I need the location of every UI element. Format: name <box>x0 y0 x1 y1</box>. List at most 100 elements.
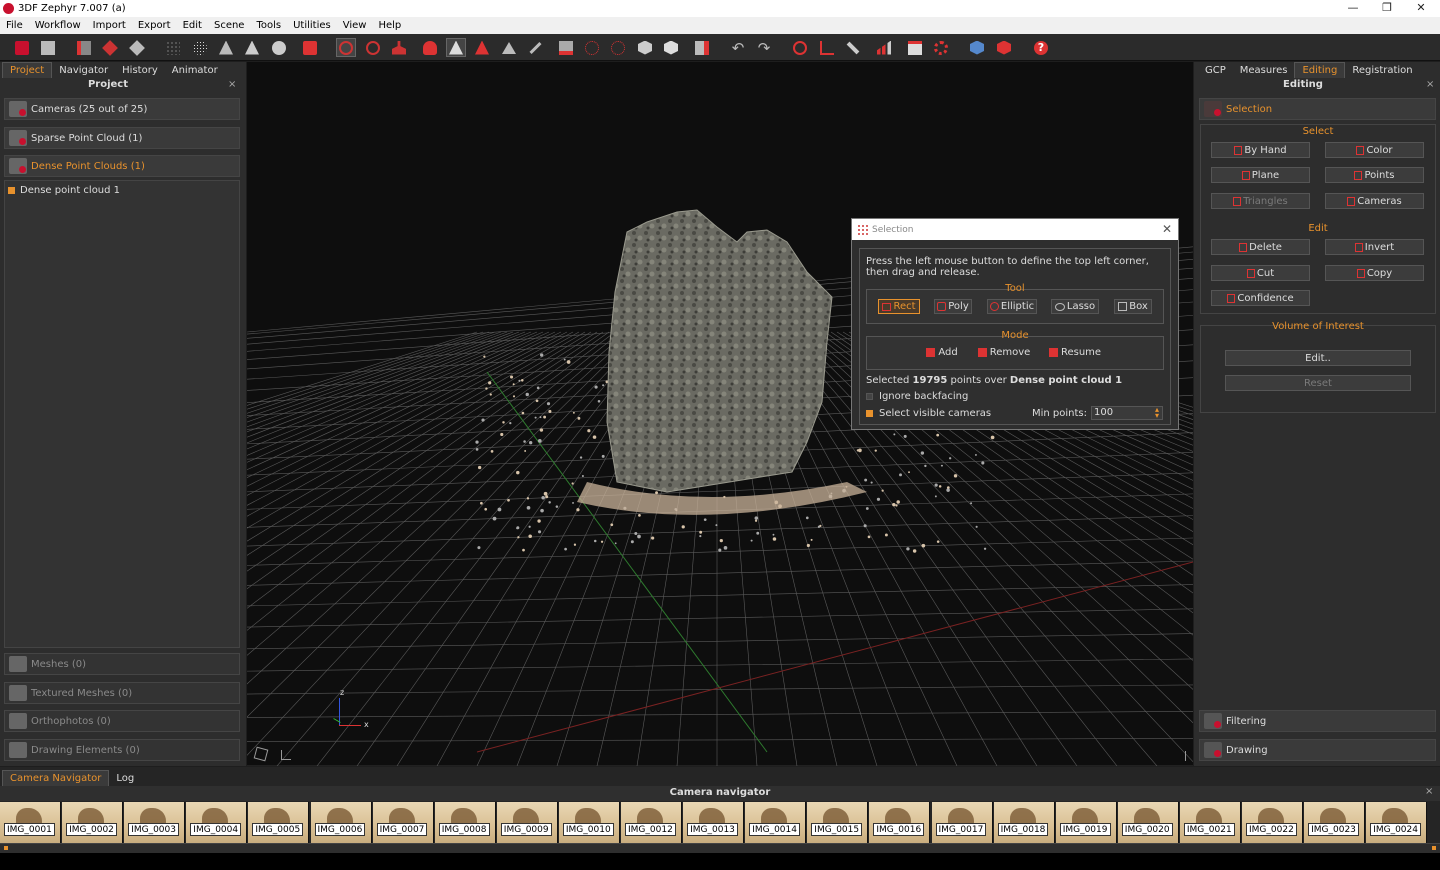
camera-thumbnail[interactable]: IMG_0013 <box>683 802 745 843</box>
menu-export[interactable]: Export <box>132 20 177 31</box>
camera-thumbnail[interactable]: IMG_0007 <box>372 802 434 843</box>
grid-sphere-2-icon[interactable] <box>608 38 628 57</box>
camera-thumbnail[interactable]: IMG_0020 <box>1117 802 1179 843</box>
tool-rect-button[interactable]: Rect <box>878 299 920 314</box>
camera-thumbnail[interactable]: IMG_0012 <box>621 802 682 843</box>
save-icon[interactable] <box>38 38 58 57</box>
triangle-outline-icon[interactable] <box>499 38 519 57</box>
copy-button[interactable]: Copy <box>1325 265 1424 281</box>
tab-animator[interactable]: Animator <box>165 63 225 78</box>
section-dense-point-clouds[interactable]: Dense Point Clouds (1) <box>4 155 240 177</box>
invert-button[interactable]: Invert <box>1325 239 1424 255</box>
mode-remove-button[interactable]: Remove <box>976 345 1032 360</box>
navigator-scrollbar[interactable] <box>0 843 1440 853</box>
close-panel-button[interactable]: × <box>228 79 236 90</box>
rotate-icon[interactable] <box>363 38 383 57</box>
select-visible-checkbox[interactable] <box>866 410 873 417</box>
voi-edit-button[interactable]: Edit.. <box>1225 350 1411 366</box>
close-panel-button[interactable]: × <box>1426 79 1434 90</box>
mode-add-button[interactable]: Add <box>924 345 960 360</box>
color-button[interactable]: Color <box>1325 142 1424 158</box>
camera-filter-icon[interactable] <box>556 38 576 57</box>
dialog-close-button[interactable]: ✕ <box>1162 222 1172 236</box>
spin-arrows-icon[interactable]: ▴ ▾ <box>1155 406 1159 420</box>
select-visible-row[interactable]: Select visible cameras <box>866 408 991 419</box>
minimize-button[interactable]: — <box>1336 0 1370 17</box>
shield-icon[interactable] <box>994 38 1014 57</box>
voi-reset-button[interactable]: Reset <box>1225 375 1411 391</box>
tab-camera-navigator[interactable]: Camera Navigator <box>2 770 110 786</box>
view-cube-icon[interactable] <box>967 38 987 57</box>
cameras-button[interactable]: Cameras <box>1325 193 1424 209</box>
camera-thumbnail[interactable]: IMG_0016 <box>869 802 931 843</box>
by-hand-button[interactable]: By Hand <box>1211 142 1310 158</box>
camera-thumbnail[interactable]: IMG_0003 <box>124 802 186 843</box>
section-meshes[interactable]: Meshes (0) <box>4 653 240 675</box>
tool-elliptic-button[interactable]: Elliptic <box>987 299 1037 314</box>
cut-button[interactable]: Cut <box>1211 265 1310 281</box>
close-navigator-button[interactable]: × <box>1425 786 1433 797</box>
selection-header[interactable]: Selection <box>1199 98 1436 120</box>
camera-thumbnail[interactable]: IMG_0009 <box>496 802 558 843</box>
menu-tools[interactable]: Tools <box>250 20 287 31</box>
brush-icon[interactable] <box>525 38 545 57</box>
menu-scene[interactable]: Scene <box>208 20 251 31</box>
dialog-titlebar[interactable]: Selection ✕ <box>852 219 1178 240</box>
chart-icon[interactable] <box>874 38 894 57</box>
tab-measures[interactable]: Measures <box>1233 63 1295 78</box>
redo-icon[interactable]: ↷ <box>754 38 774 57</box>
menu-utilities[interactable]: Utilities <box>287 20 337 31</box>
cube-red-icon[interactable] <box>100 38 120 57</box>
new-project-icon[interactable] <box>12 38 32 57</box>
points-button[interactable]: Points <box>1325 167 1424 183</box>
camera-thumbnail[interactable]: IMG_0018 <box>993 802 1055 843</box>
crop-icon[interactable] <box>817 38 837 57</box>
points-mode-icon[interactable] <box>446 38 466 57</box>
camera-thumbnail[interactable]: IMG_0008 <box>434 802 496 843</box>
maximize-button[interactable]: ❐ <box>1370 0 1404 17</box>
camera-thumbnail[interactable]: IMG_0023 <box>1304 802 1366 843</box>
filtering-section[interactable]: Filtering <box>1199 710 1436 732</box>
window-icon[interactable] <box>692 38 712 57</box>
section-orthophotos[interactable]: Orthophotos (0) <box>4 710 240 732</box>
triangles-button[interactable]: Triangles <box>1211 193 1310 209</box>
confidence-button[interactable]: Confidence <box>1211 290 1310 306</box>
textured-mesh-icon[interactable] <box>242 38 262 57</box>
menu-view[interactable]: View <box>337 20 373 31</box>
hierarchy-icon[interactable] <box>389 38 409 57</box>
sphere-icon[interactable] <box>269 38 289 57</box>
delete-button[interactable]: Delete <box>1211 239 1310 255</box>
camera-thumbnail[interactable]: IMG_0002 <box>62 802 124 843</box>
sparse-cloud-icon[interactable] <box>163 38 183 57</box>
menu-file[interactable]: File <box>0 20 29 31</box>
camera-thumbnail[interactable]: IMG_0022 <box>1242 802 1303 843</box>
camera-thumbnail[interactable]: IMG_0004 <box>186 802 248 843</box>
tab-gcp[interactable]: GCP <box>1198 63 1233 78</box>
ignore-backfacing-row[interactable]: Ignore backfacing <box>866 391 968 402</box>
script-icon[interactable] <box>905 38 925 57</box>
camera-thumbnail[interactable]: IMG_0024 <box>1366 802 1428 843</box>
camera-thumbnail[interactable]: IMG_0001 <box>0 802 61 843</box>
section-sparse-point-cloud[interactable]: Sparse Point Cloud (1) <box>4 127 240 149</box>
list-item[interactable]: Dense point cloud 1 <box>8 185 120 196</box>
help-icon[interactable]: ? <box>1031 38 1051 57</box>
scrollbar-left-arrow[interactable] <box>4 846 8 850</box>
camera-thumbnail[interactable]: IMG_0021 <box>1179 802 1241 843</box>
camera-thumbnail[interactable]: IMG_0014 <box>745 802 807 843</box>
scrollbar-right-arrow[interactable] <box>1432 846 1436 850</box>
box-icon[interactable] <box>635 38 655 57</box>
undo-icon[interactable]: ↶ <box>728 38 748 57</box>
tab-history[interactable]: History <box>115 63 165 78</box>
orbit-icon[interactable] <box>336 38 356 57</box>
tab-log[interactable]: Log <box>109 771 141 786</box>
mesh-icon[interactable] <box>216 38 236 57</box>
camera-thumbnail[interactable]: IMG_0019 <box>1055 802 1117 843</box>
camera-thumbnail[interactable]: IMG_0006 <box>310 802 372 843</box>
tab-registration[interactable]: Registration <box>1345 63 1419 78</box>
tool-poly-button[interactable]: Poly <box>934 299 972 314</box>
dense-cloud-icon[interactable] <box>190 38 210 57</box>
tab-navigator[interactable]: Navigator <box>52 63 115 78</box>
ruler-icon[interactable] <box>843 38 863 57</box>
min-points-input[interactable]: 100 ▴ ▾ <box>1091 406 1163 420</box>
drawing-section[interactable]: Drawing <box>1199 739 1436 761</box>
